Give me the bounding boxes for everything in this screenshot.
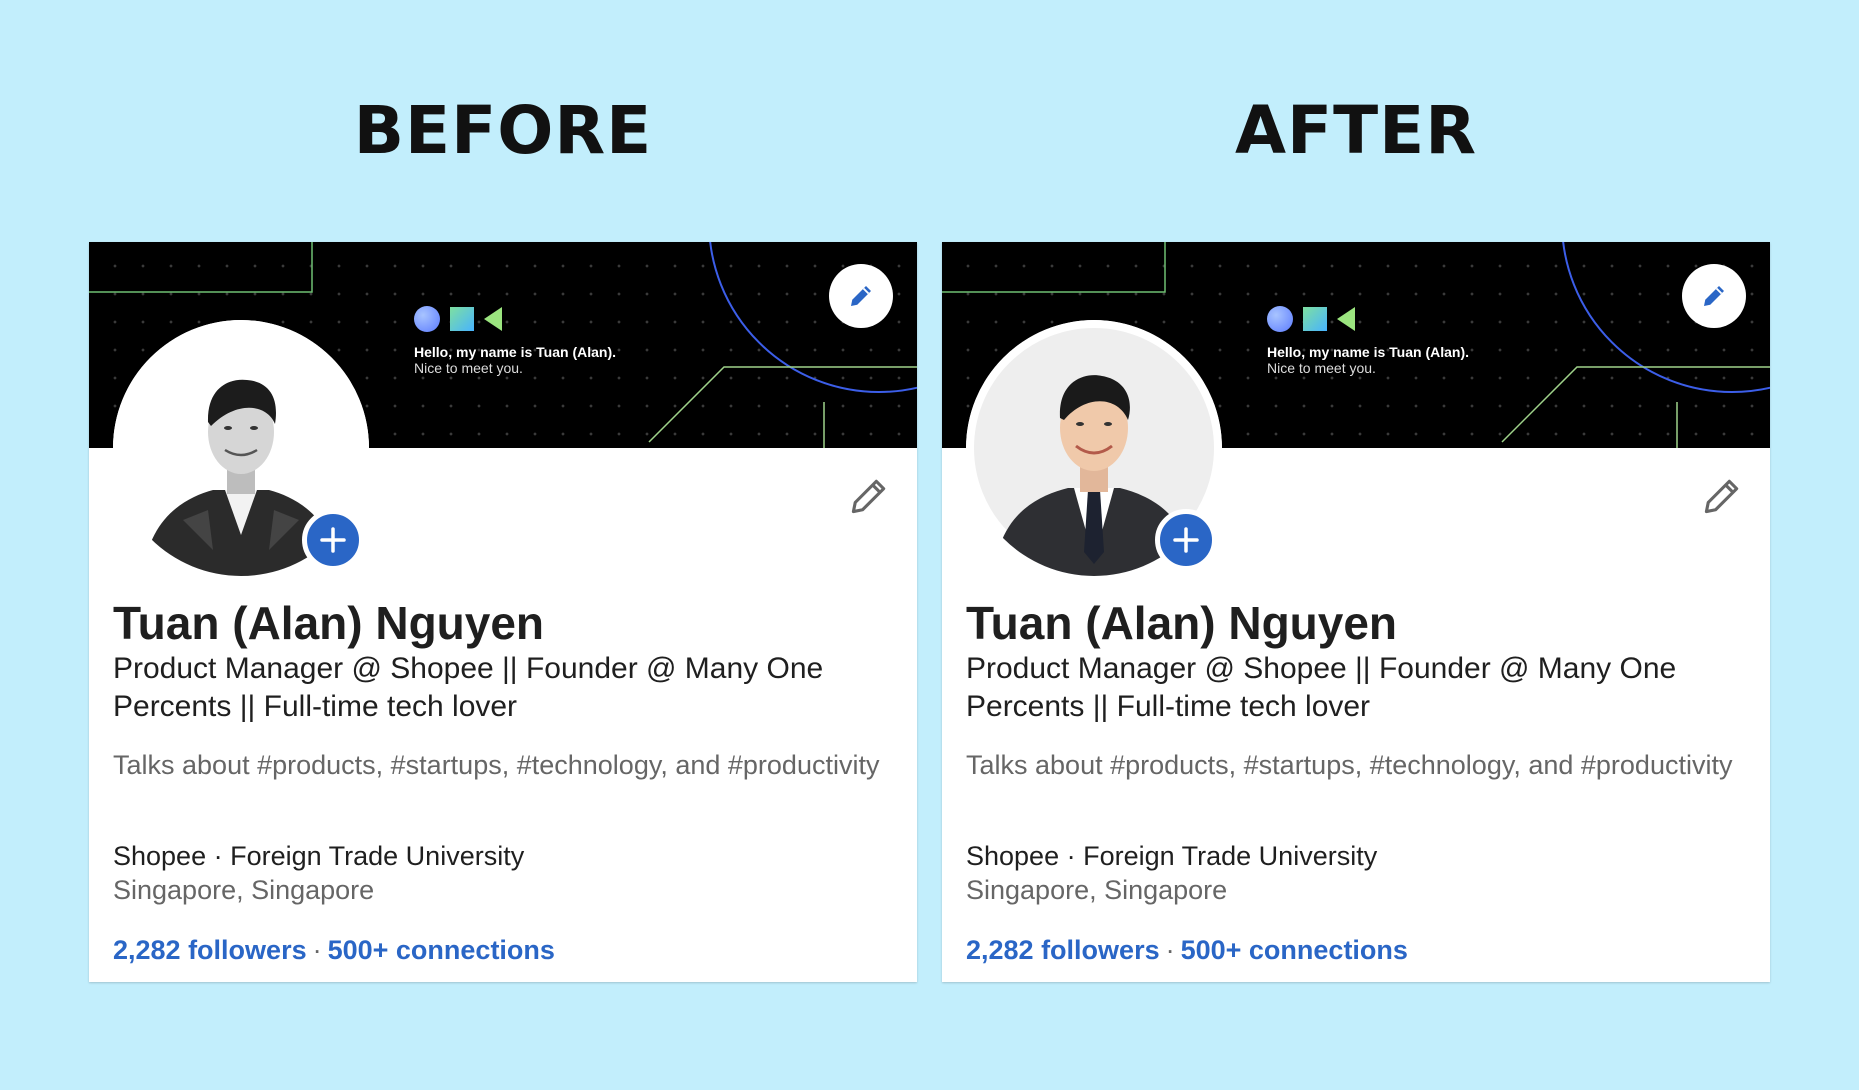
- banner-greeting: Hello, my name is Tuan (Alan). Nice to m…: [414, 344, 616, 376]
- profile-experience[interactable]: Shopee · Foreign Trade University: [113, 839, 524, 873]
- profile-stats: 2,282 followers · 500+ connections: [966, 935, 1408, 966]
- profile-location: Singapore, Singapore: [966, 875, 1228, 905]
- followers-link[interactable]: 2,282 followers: [966, 935, 1160, 965]
- banner-logo-shapes: [414, 306, 502, 332]
- banner-greeting: Hello, my name is Tuan (Alan). Nice to m…: [1267, 344, 1469, 376]
- banner-logo-shapes: [1267, 306, 1355, 332]
- profile-talks-about: Talks about #products, #startups, #techn…: [966, 750, 1733, 780]
- add-photo-button[interactable]: [302, 509, 364, 571]
- profile-name: Tuan (Alan) Nguyen: [966, 597, 1398, 649]
- plus-icon: [1173, 527, 1199, 553]
- profile-location: Singapore, Singapore: [113, 875, 375, 905]
- before-profile-card: Hello, my name is Tuan (Alan). Nice to m…: [89, 242, 917, 982]
- pencil-icon: [1704, 479, 1739, 514]
- edit-intro-button[interactable]: [1700, 474, 1744, 523]
- square-shape-icon: [1303, 307, 1327, 331]
- profile-stats: 2,282 followers · 500+ connections: [113, 935, 555, 966]
- circle-shape-icon: [1267, 306, 1293, 332]
- edit-intro-button[interactable]: [847, 474, 891, 523]
- edit-banner-button[interactable]: [829, 264, 893, 328]
- pencil-icon: [851, 479, 886, 514]
- banner-greeting-line1: Hello, my name is Tuan (Alan).: [1267, 344, 1470, 360]
- banner-greeting-line1: Hello, my name is Tuan (Alan).: [414, 344, 617, 360]
- pencil-icon: [851, 286, 871, 306]
- banner-greeting-line2: Nice to meet you.: [1267, 360, 1376, 376]
- circle-shape-icon: [414, 306, 440, 332]
- connections-link[interactable]: 500+ connections: [328, 935, 555, 965]
- profile-headline: Product Manager @ Shopee || Founder @ Ma…: [966, 652, 1677, 723]
- stats-separator: ·: [312, 935, 322, 965]
- add-photo-button[interactable]: [1155, 509, 1217, 571]
- pencil-icon: [1704, 286, 1724, 306]
- followers-link[interactable]: 2,282 followers: [113, 935, 307, 965]
- triangle-shape-icon: [484, 307, 502, 331]
- square-shape-icon: [450, 307, 474, 331]
- profile-talks-about: Talks about #products, #startups, #techn…: [113, 750, 880, 780]
- before-heading: BEFORE: [353, 92, 653, 169]
- profile-name: Tuan (Alan) Nguyen: [113, 597, 545, 649]
- triangle-shape-icon: [1337, 307, 1355, 331]
- plus-icon: [320, 527, 346, 553]
- after-heading: AFTER: [1234, 92, 1478, 169]
- banner-greeting-line2: Nice to meet you.: [414, 360, 523, 376]
- after-profile-card: Hello, my name is Tuan (Alan). Nice to m…: [942, 242, 1770, 982]
- edit-banner-button[interactable]: [1682, 264, 1746, 328]
- profile-headline: Product Manager @ Shopee || Founder @ Ma…: [113, 652, 824, 723]
- profile-experience[interactable]: Shopee · Foreign Trade University: [966, 839, 1377, 873]
- stats-separator: ·: [1165, 935, 1175, 965]
- connections-link[interactable]: 500+ connections: [1181, 935, 1408, 965]
